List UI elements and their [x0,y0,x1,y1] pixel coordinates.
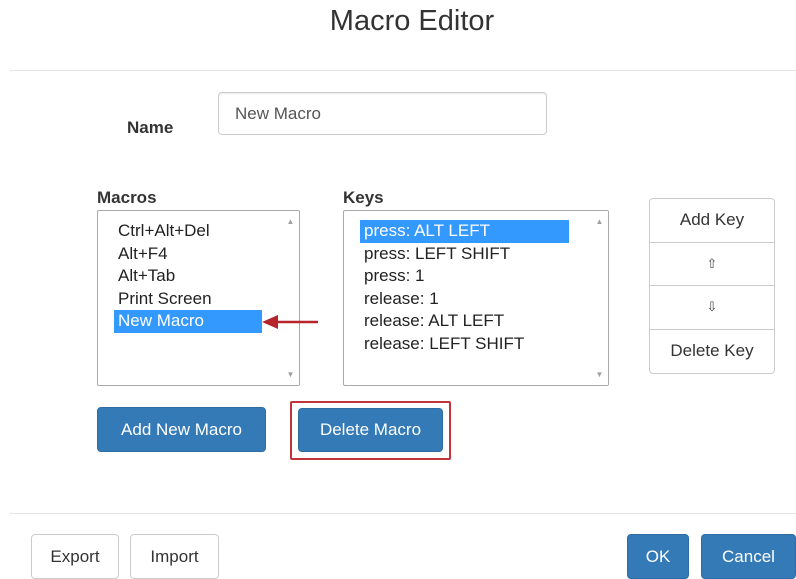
macros-listbox[interactable]: Ctrl+Alt+Del Alt+F4 Alt+Tab Print Screen… [97,210,300,386]
key-list-item[interactable]: release: 1 [360,288,569,311]
key-list-item[interactable]: release: ALT LEFT [360,310,569,333]
key-button-group: Add Key ⇧ ⇩ Delete Key [649,198,775,374]
macro-list-item[interactable]: Print Screen [114,288,262,311]
macros-label: Macros [97,188,157,207]
macro-list-item[interactable]: Alt+F4 [114,243,262,266]
name-input[interactable] [218,92,547,135]
macro-list-item[interactable]: Ctrl+Alt+Del [114,220,262,243]
keys-scrollbar[interactable]: ▲ ▼ [591,211,608,385]
key-list-item[interactable]: press: LEFT SHIFT [360,243,569,266]
move-key-down-button[interactable]: ⇩ [650,286,774,330]
key-list-item[interactable]: press: 1 [360,265,569,288]
scroll-up-arrow-icon[interactable]: ▲ [591,213,608,230]
footer-divider [10,513,796,514]
scroll-down-arrow-icon[interactable]: ▼ [591,366,608,383]
arrow-up-icon: ⇧ [706,255,718,271]
delete-key-button[interactable]: Delete Key [650,330,774,374]
key-list-item[interactable]: release: LEFT SHIFT [360,333,569,356]
scroll-up-arrow-icon[interactable]: ▲ [282,213,299,230]
keys-label: Keys [343,188,384,207]
export-button[interactable]: Export [31,534,119,579]
macros-list: Ctrl+Alt+Del Alt+F4 Alt+Tab Print Screen… [114,220,262,333]
move-key-up-button[interactable]: ⇧ [650,243,774,286]
key-list-item-selected[interactable]: press: ALT LEFT [360,220,569,243]
add-new-macro-button[interactable]: Add New Macro [97,407,266,452]
keys-list: press: ALT LEFT press: LEFT SHIFT press:… [360,220,569,355]
dialog-title: Macro Editor [329,5,495,37]
delete-macro-button[interactable]: Delete Macro [298,408,443,452]
keys-listbox[interactable]: press: ALT LEFT press: LEFT SHIFT press:… [343,210,609,386]
import-button[interactable]: Import [130,534,219,579]
macro-list-item[interactable]: Alt+Tab [114,265,262,288]
cancel-button[interactable]: Cancel [701,534,796,579]
header-divider [10,70,796,71]
macro-list-item-selected[interactable]: New Macro [114,310,262,333]
macros-scrollbar[interactable]: ▲ ▼ [282,211,299,385]
name-label: Name [127,118,174,137]
scroll-down-arrow-icon[interactable]: ▼ [282,366,299,383]
red-arrow-icon [262,315,318,329]
arrow-down-icon: ⇩ [706,299,718,315]
add-key-button[interactable]: Add Key [650,199,774,243]
ok-button[interactable]: OK [627,534,689,579]
